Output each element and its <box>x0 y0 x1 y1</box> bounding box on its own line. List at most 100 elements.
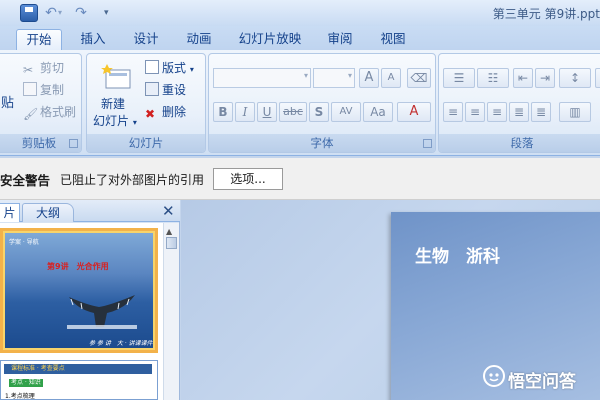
watermark-text: 悟空问答 <box>508 372 576 392</box>
brush-icon: 🖌 <box>23 107 39 121</box>
scroll-up-icon[interactable]: ▲ <box>166 227 172 236</box>
justify-icon[interactable]: ≣ <box>509 102 529 122</box>
italic-button[interactable]: I <box>235 102 255 122</box>
undo-dropdown-icon[interactable]: ▾ <box>58 4 68 22</box>
slides-group: 新建 幻灯片 ▾ 版式 ▾ 重设 ✖ 删除 幻灯片 <box>86 53 206 153</box>
tab-insert[interactable]: 插入 <box>72 29 114 50</box>
thumbnail-footer: 参 参 讲 大 · 讲课课件 <box>89 340 153 347</box>
slide-thumbnail-1[interactable]: 学案 · 导航 第9讲 光合作用 参 参 讲 大 · 讲课课件 <box>0 228 158 353</box>
chevron-down-icon: ▾ <box>132 118 137 127</box>
scroll-thumb[interactable] <box>166 237 177 249</box>
chevron-down-icon: ▾ <box>347 71 352 80</box>
delete-button[interactable]: ✖ 删除 <box>145 104 187 121</box>
delete-label: 删除 <box>162 105 187 119</box>
cut-label: 剪切 <box>40 61 65 75</box>
save-icon[interactable] <box>20 4 38 22</box>
new-slide-icon <box>101 64 131 89</box>
reset-button[interactable]: 重设 <box>145 82 186 98</box>
line-spacing-icon[interactable]: ↕ <box>559 68 591 88</box>
align-center-icon[interactable]: ≡ <box>465 102 485 122</box>
underline-button[interactable]: U <box>257 102 277 122</box>
pane-tab-strip: 片 大纲 ✕ <box>0 200 180 222</box>
bold-button[interactable]: B <box>213 102 233 122</box>
options-button[interactable]: 选项... <box>213 168 283 190</box>
change-case-button[interactable]: Aa <box>363 102 393 122</box>
copy-label: 复制 <box>40 83 65 97</box>
tab-slides[interactable]: 片 <box>0 203 20 222</box>
cut-button[interactable]: ✂ 剪切 <box>23 60 65 77</box>
clipboard-dialog-launcher-icon[interactable] <box>69 139 78 148</box>
tab-home[interactable]: 开始 <box>16 29 62 50</box>
character-spacing-button[interactable]: AV <box>331 102 361 122</box>
slides-pane: 片 大纲 ✕ 学案 · 导航 第9讲 光合作用 参 参 讲 大 · 讲课课件 课… <box>0 200 180 400</box>
align-left-icon[interactable]: ≡ <box>443 102 463 122</box>
font-name-combo[interactable]: ▾ <box>213 68 311 88</box>
close-icon[interactable]: ✕ <box>162 202 175 220</box>
thumbnail-scrollbar[interactable]: ▲ <box>163 223 179 400</box>
thumbnail-title: 第9讲 光合作用 <box>47 262 109 271</box>
text-shadow-button[interactable]: S <box>309 102 329 122</box>
tab-slide-show[interactable]: 幻灯片放映 <box>231 29 309 50</box>
tab-view[interactable]: 视图 <box>371 29 415 50</box>
redo-icon[interactable]: ↷ <box>72 4 90 22</box>
strikethrough-button[interactable]: abc <box>279 102 307 122</box>
slide-thumbnail-1-background: 学案 · 导航 第9讲 光合作用 参 参 讲 大 · 讲课课件 <box>5 233 153 348</box>
whale-tail-image <box>67 295 137 329</box>
chevron-down-icon: ▾ <box>189 65 194 74</box>
font-size-combo[interactable]: ▾ <box>313 68 355 88</box>
layout-button[interactable]: 版式 ▾ <box>145 60 194 78</box>
align-right-icon[interactable]: ≡ <box>487 102 507 122</box>
clear-formatting-icon[interactable]: ⌫ <box>407 68 431 88</box>
copy-icon <box>23 82 37 96</box>
font-color-button[interactable]: A <box>397 102 431 122</box>
chevron-down-icon: ▾ <box>303 71 308 80</box>
new-slide-label-line1: 新建 <box>101 97 126 111</box>
distributed-icon[interactable]: ≣ <box>531 102 551 122</box>
reset-label: 重设 <box>162 83 187 97</box>
paste-button[interactable]: 贴 <box>1 96 14 112</box>
tab-outline[interactable]: 大纲 <box>22 203 74 222</box>
thumbnail-chip-label: 考点 · 知识 <box>11 379 41 386</box>
new-slide-button[interactable]: 新建 幻灯片 ▾ <box>93 62 137 138</box>
slide-thumbnail-2[interactable]: 课程标准 · 考查要点 考点 · 知识 1.考点梳理 <box>0 360 158 400</box>
ribbon: 贴 ✂ 剪切 复制 🖌 格式刷 剪贴板 新建 幻灯片 ▾ 版式 ▾ 重设 ✖ 删除 幻… <box>0 50 600 156</box>
thumbnail-tag: 学案 · 导航 <box>9 239 39 246</box>
new-slide-label-text: 幻灯片 <box>93 114 130 128</box>
security-warning-bar: 安全警告 已阻止了对外部图片的引用 选项... <box>0 158 600 200</box>
font-group: ▾ ▾ A A ⌫ B I U abc S AV Aa A 字体 <box>208 53 436 153</box>
ribbon-tab-row: 开始 插入 设计 动画 幻灯片放映 审阅 视图 <box>0 26 600 50</box>
new-slide-label-line2: 幻灯片 ▾ <box>93 112 137 129</box>
text-direction-icon[interactable] <box>595 68 600 88</box>
decrease-indent-icon[interactable]: ⇤ <box>513 68 533 88</box>
scissors-icon: ✂ <box>23 63 34 77</box>
tab-design[interactable]: 设计 <box>125 29 167 50</box>
layout-icon <box>145 60 159 74</box>
copy-button[interactable]: 复制 <box>23 82 64 98</box>
tab-review[interactable]: 审阅 <box>318 29 362 50</box>
paragraph-group-label: 段落 <box>439 134 600 152</box>
grow-font-button[interactable]: A <box>359 68 379 88</box>
slide-heading[interactable]: 生物 浙科 <box>415 242 500 267</box>
wukong-logo-icon <box>483 365 505 387</box>
slides-group-label: 幻灯片 <box>87 134 205 152</box>
security-warning-title: 安全警告 <box>0 173 51 188</box>
bullets-icon[interactable]: ☰ <box>443 68 475 88</box>
tab-animations[interactable]: 动画 <box>178 29 220 50</box>
columns-icon[interactable]: ▥ <box>559 102 591 122</box>
format-painter-label: 格式刷 <box>40 105 77 119</box>
clipboard-group: 贴 ✂ 剪切 复制 🖌 格式刷 剪贴板 <box>0 53 82 153</box>
font-group-label: 字体 <box>209 134 435 152</box>
thumbnail-subtext: 1.考点梳理 <box>5 393 35 400</box>
security-warning-message: 已阻止了对外部图片的引用 <box>60 173 205 187</box>
shrink-font-button[interactable]: A <box>381 68 401 88</box>
font-dialog-launcher-icon[interactable] <box>423 139 432 148</box>
increase-indent-icon[interactable]: ⇥ <box>535 68 555 88</box>
delete-icon: ✖ <box>145 107 156 121</box>
thumbnail-list: 学案 · 导航 第9讲 光合作用 参 参 讲 大 · 讲课课件 课程标准 · 考… <box>0 223 163 400</box>
document-title: 第三单元 第9讲.ppt <box>492 7 600 21</box>
customize-quick-access-button[interactable]: ▾ <box>104 4 116 22</box>
format-painter-button[interactable]: 🖌 格式刷 <box>23 104 77 121</box>
paragraph-group: ☰ ☷ ⇤ ⇥ ↕ ≡ ≡ ≡ ≣ ≣ ▥ 段落 <box>438 53 600 153</box>
reset-icon <box>145 82 159 96</box>
numbering-icon[interactable]: ☷ <box>477 68 509 88</box>
